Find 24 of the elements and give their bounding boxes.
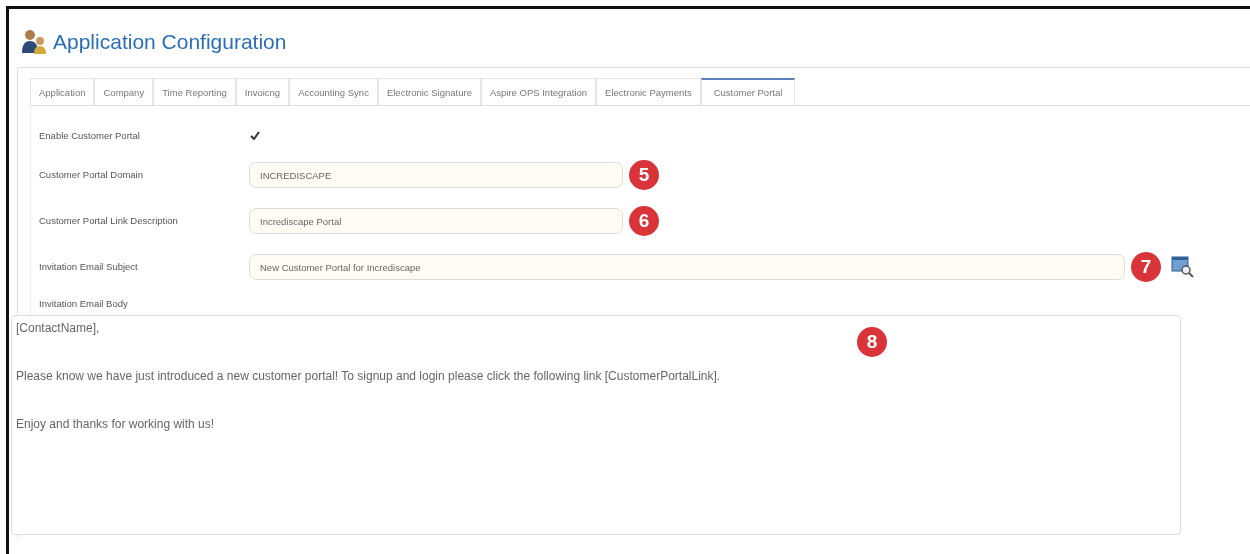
- field-label: Invitation Email Body: [39, 298, 129, 309]
- tab[interactable]: Customer Portal: [700, 78, 796, 105]
- text-field[interactable]: New Customer Portal for Incrediscape: [249, 254, 1125, 280]
- text-field[interactable]: INCREDISCAPE: [249, 162, 623, 188]
- field-label: Invitation Email Subject: [39, 261, 139, 273]
- field-label: Enable Customer Portal: [39, 130, 141, 142]
- callout-badge: 7: [1131, 252, 1161, 282]
- text-field[interactable]: Incrediscape Portal: [249, 208, 623, 234]
- window-title: Application Configuration: [53, 30, 287, 54]
- preview-icon[interactable]: [1171, 256, 1195, 278]
- checkbox[interactable]: [249, 130, 260, 142]
- tab[interactable]: Accounting Sync: [289, 78, 378, 105]
- tab[interactable]: Application: [30, 78, 95, 105]
- field-label: Customer Portal Domain: [39, 169, 144, 181]
- field-label: Customer Portal Link Description: [39, 215, 179, 227]
- tab[interactable]: Electronic Payments: [596, 78, 701, 105]
- callout-badge: 5: [629, 160, 659, 190]
- tab[interactable]: Aspire OPS Integration: [480, 78, 597, 105]
- users-icon: [21, 29, 49, 55]
- tab[interactable]: Electronic Signature: [377, 78, 481, 105]
- tab[interactable]: Company: [94, 78, 154, 105]
- tab[interactable]: Invoicng: [235, 78, 290, 105]
- tab[interactable]: Time Reporting: [153, 78, 236, 105]
- callout-badge: 6: [629, 206, 659, 236]
